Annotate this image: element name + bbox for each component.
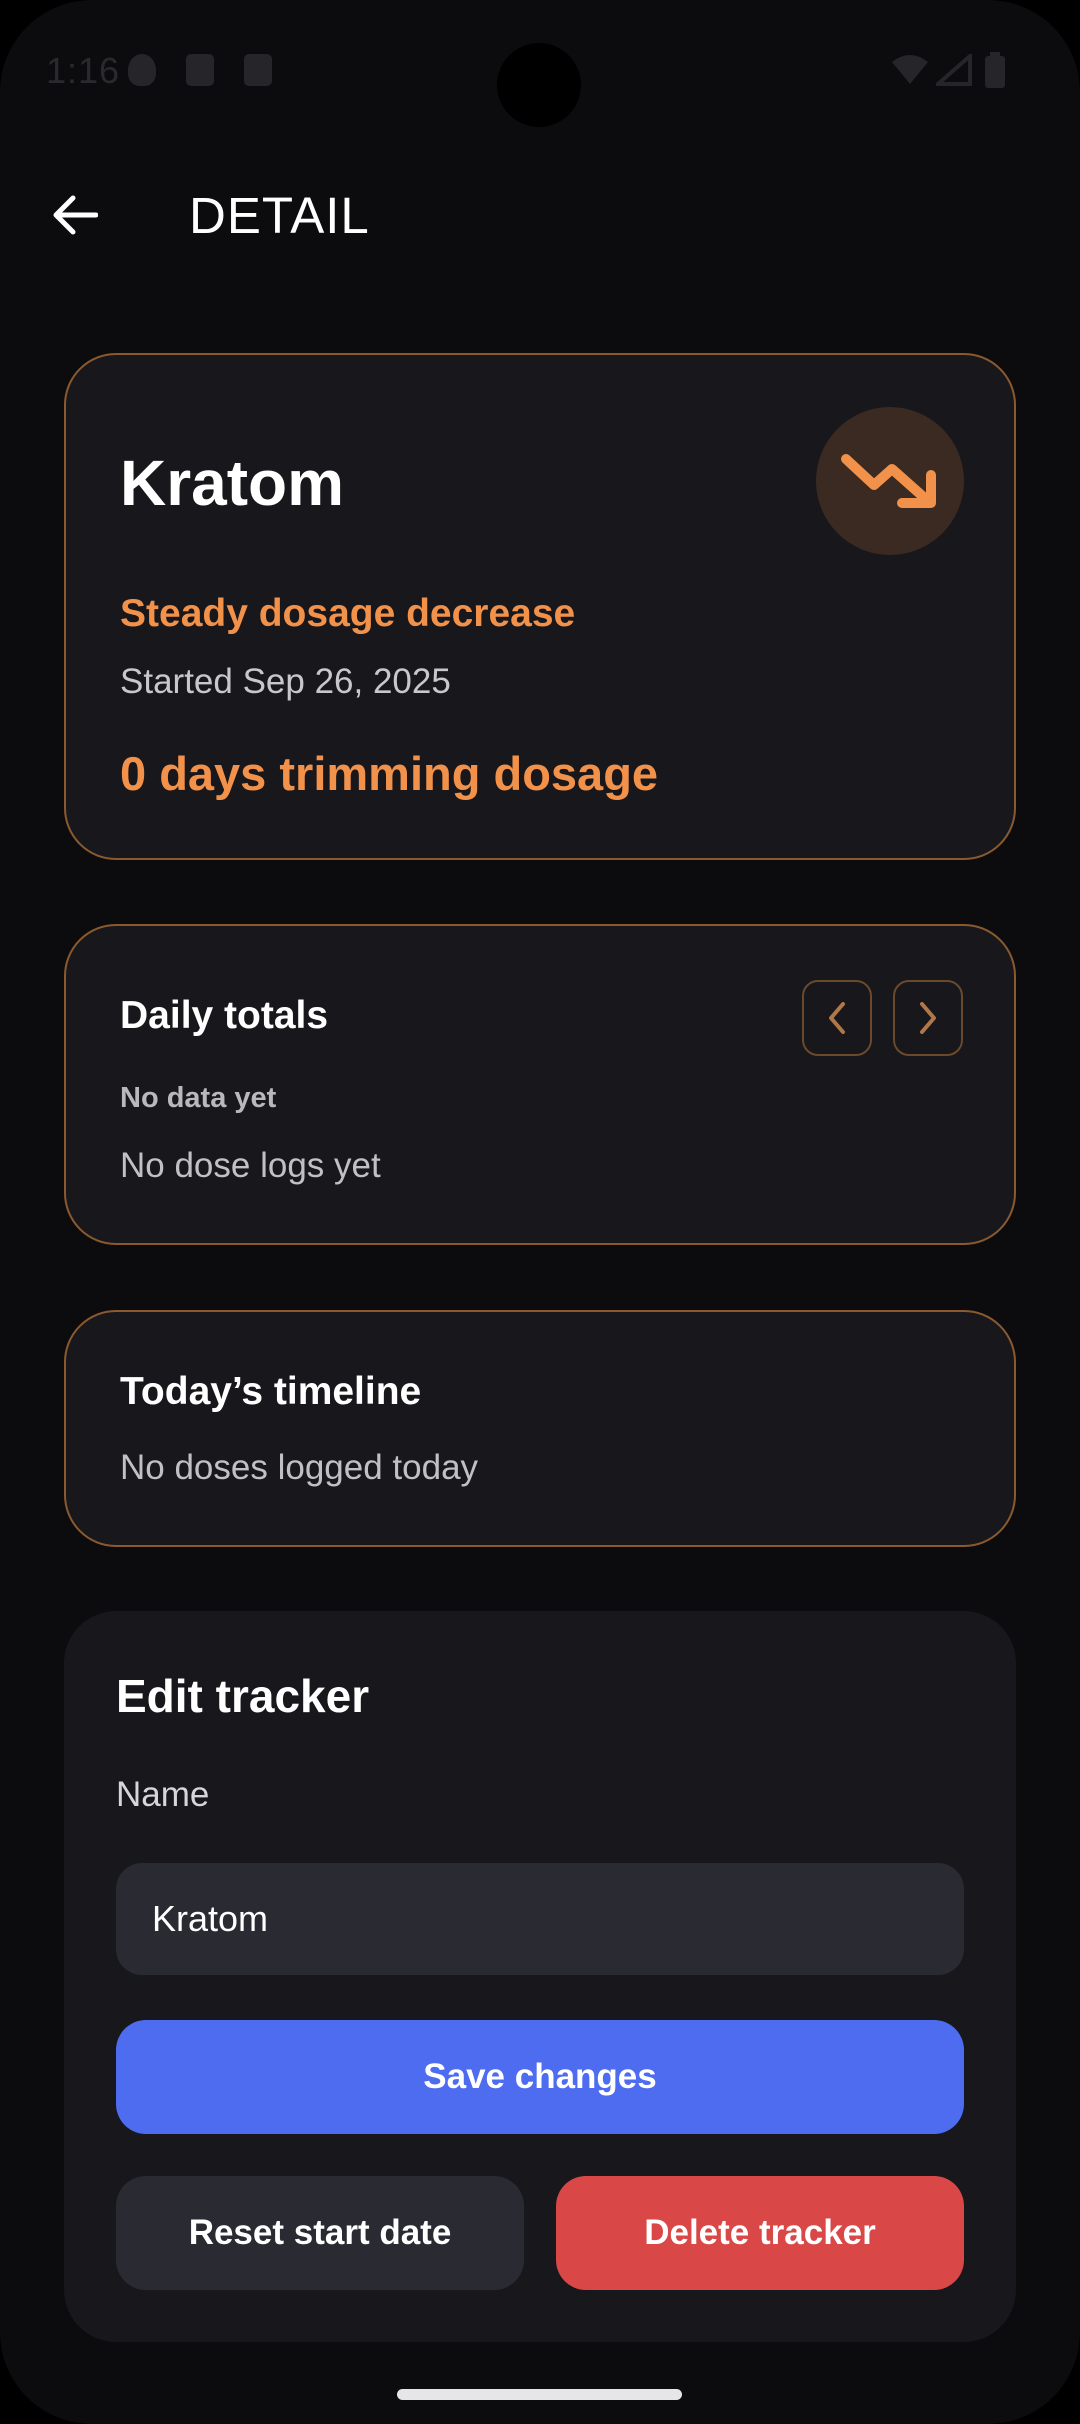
timeline-card: Today’s timeline No doses logged today: [64, 1310, 1016, 1547]
sim-status-icon: [244, 54, 272, 86]
chevron-left-icon: [829, 1002, 845, 1034]
notification-status-icon: [186, 54, 214, 86]
daily-totals-card: Daily totals No data yet No dose logs ye…: [64, 924, 1016, 1245]
trend-badge: [816, 407, 964, 555]
reset-start-date-button[interactable]: Reset start date: [116, 2176, 524, 2290]
delete-tracker-button[interactable]: Delete tracker: [556, 2176, 964, 2290]
app-screen: 1:16 DETAIL Kratom Steady dosage decreas…: [0, 0, 1080, 2424]
signal-icon: [936, 54, 972, 86]
timeline-title: Today’s timeline: [120, 1370, 422, 1413]
no-data-label: No data yet: [120, 1082, 277, 1114]
previous-day-button[interactable]: [802, 980, 872, 1056]
timeline-empty-text: No doses logged today: [120, 1448, 479, 1487]
camera-cutout: [497, 43, 581, 127]
name-field-label: Name: [116, 1775, 210, 1814]
arrow-left-icon: [53, 195, 98, 235]
daily-totals-title: Daily totals: [120, 994, 329, 1037]
trending-down-icon: [841, 454, 936, 508]
home-indicator[interactable]: [397, 2389, 682, 2400]
next-day-button[interactable]: [893, 980, 963, 1056]
edit-tracker-card: Edit tracker Name Save changes Reset sta…: [64, 1611, 1016, 2342]
summary-card: Kratom Steady dosage decrease Started Se…: [64, 353, 1016, 860]
chevron-right-icon: [920, 1002, 936, 1034]
plan-label: Steady dosage decrease: [120, 592, 576, 635]
status-bar: 1:16: [0, 0, 1080, 140]
start-date-label: Started Sep 26, 2025: [120, 662, 451, 701]
back-button[interactable]: [40, 180, 110, 250]
empty-state-text: No dose logs yet: [120, 1146, 381, 1185]
edit-tracker-title: Edit tracker: [116, 1670, 370, 1722]
name-input[interactable]: [116, 1863, 964, 1975]
shield-status-icon: [128, 54, 156, 86]
progress-label: 0 days trimming dosage: [120, 747, 659, 800]
battery-icon: [985, 52, 1005, 88]
page-title: DETAIL: [189, 187, 370, 244]
status-time: 1:16: [46, 50, 121, 91]
save-changes-button[interactable]: Save changes: [116, 2020, 964, 2134]
wifi-icon: [892, 55, 928, 84]
tracker-name: Kratom: [120, 447, 345, 519]
